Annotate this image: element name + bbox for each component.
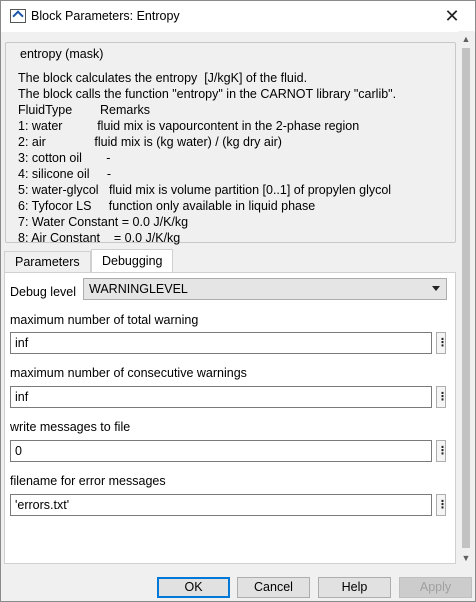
chevron-down-icon	[432, 286, 440, 291]
close-icon[interactable]: ✕	[441, 5, 463, 27]
desc-line: 2: air fluid mix is (kg water) / (kg dry…	[18, 135, 282, 149]
kebab-menu-icon[interactable]: ⋮	[436, 386, 448, 408]
desc-line: The block calculates the entropy [J/kgK]…	[18, 71, 308, 85]
scroll-down-icon[interactable]: ▼	[458, 550, 474, 566]
debug-level-value: WARNINGLEVEL	[89, 282, 188, 296]
mask-legend: entropy (mask)	[17, 47, 107, 61]
desc-line: 4: silicone oil -	[18, 167, 112, 181]
desc-line: 7: Water Constant = 0.0 J/K/kg	[18, 215, 189, 229]
dialog-content: entropy (mask) The block calculates the …	[0, 31, 458, 566]
desc-line: 5: water-glycol fluid mix is volume part…	[18, 183, 392, 197]
mask-description-group: entropy (mask) The block calculates the …	[5, 42, 456, 246]
block-params-icon	[10, 9, 26, 23]
write-messages-label: write messages to file	[10, 420, 131, 434]
desc-line: FluidType Remarks	[18, 103, 150, 117]
kebab-menu-icon[interactable]: ⋮	[436, 332, 448, 354]
window-title: Block Parameters: Entropy	[31, 9, 180, 23]
mask-description: The block calculates the entropy [J/kgK]…	[18, 70, 396, 246]
tab-debugging[interactable]: Debugging	[91, 249, 174, 274]
write-messages-field[interactable]: 0	[10, 440, 432, 462]
kebab-menu-icon[interactable]: ⋮	[436, 494, 448, 516]
max-total-warnings-label: maximum number of total warning	[10, 313, 199, 327]
error-filename-field[interactable]: 'errors.txt'	[10, 494, 432, 516]
debug-level-label: Debug level	[10, 285, 77, 299]
max-consecutive-warnings-field[interactable]: inf	[10, 386, 432, 408]
max-total-warnings-field[interactable]: inf	[10, 332, 432, 354]
desc-line: 3: cotton oil -	[18, 151, 111, 165]
ok-button[interactable]: OK	[157, 577, 230, 598]
kebab-menu-icon[interactable]: ⋮	[436, 440, 448, 462]
debugging-panel: Debug level WARNINGLEVEL maximum number …	[4, 272, 456, 564]
desc-line: The block calls the function "entropy" i…	[18, 87, 397, 101]
vertical-scrollbar[interactable]: ▲ ▼	[458, 31, 474, 566]
apply-button[interactable]: Apply	[399, 577, 472, 598]
help-button[interactable]: Help	[318, 577, 391, 598]
max-consecutive-warnings-label: maximum number of consecutive warnings	[10, 366, 247, 380]
scroll-up-icon[interactable]: ▲	[458, 31, 474, 47]
scroll-thumb[interactable]	[462, 48, 470, 548]
error-filename-label: filename for error messages	[10, 474, 166, 488]
desc-line: 1: water fluid mix is vapourcontent in t…	[18, 119, 360, 133]
desc-line: 6: Tyfocor LS function only available in…	[18, 199, 316, 213]
cancel-button[interactable]: Cancel	[237, 577, 310, 598]
debug-level-select[interactable]: WARNINGLEVEL	[83, 278, 447, 300]
tab-parameters[interactable]: Parameters	[4, 251, 91, 273]
tab-strip: Parameters Debugging	[4, 249, 454, 274]
title-bar: Block Parameters: Entropy ✕	[1, 1, 475, 32]
dialog-button-row: OK Cancel Help Apply	[0, 577, 476, 599]
desc-line: 8: Air Constant = 0.0 J/K/kg	[18, 231, 181, 245]
